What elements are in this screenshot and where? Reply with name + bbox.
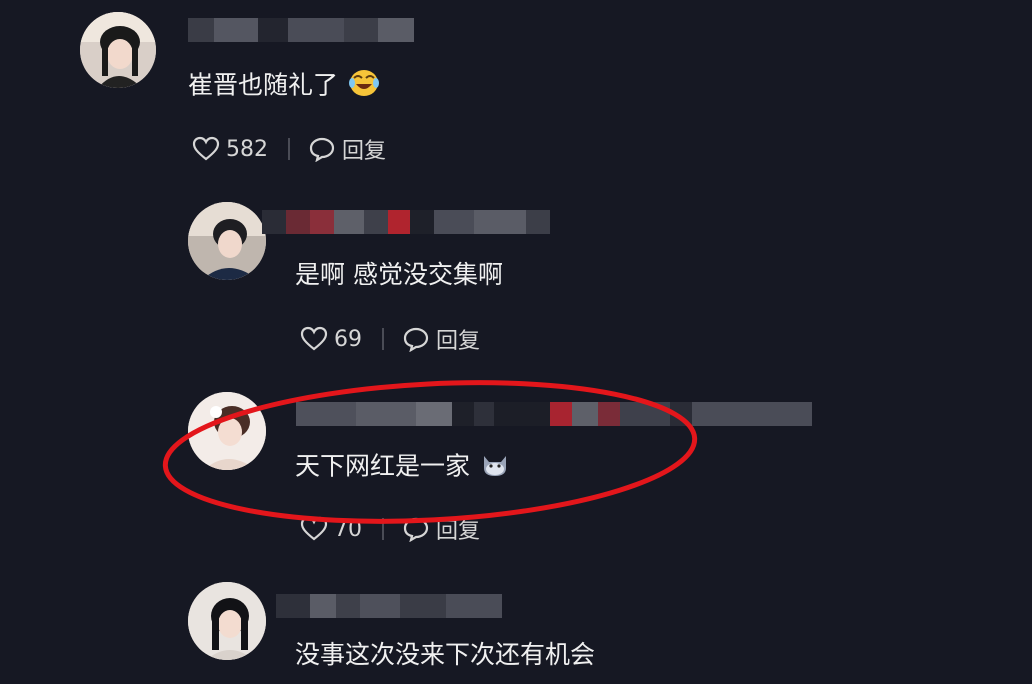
- highlight-circle: [162, 380, 698, 524]
- comment-thread: 崔晋也随礼了 582 回复 是啊 感觉没交集啊 69 回复 天下网红是一家 70…: [0, 0, 1032, 684]
